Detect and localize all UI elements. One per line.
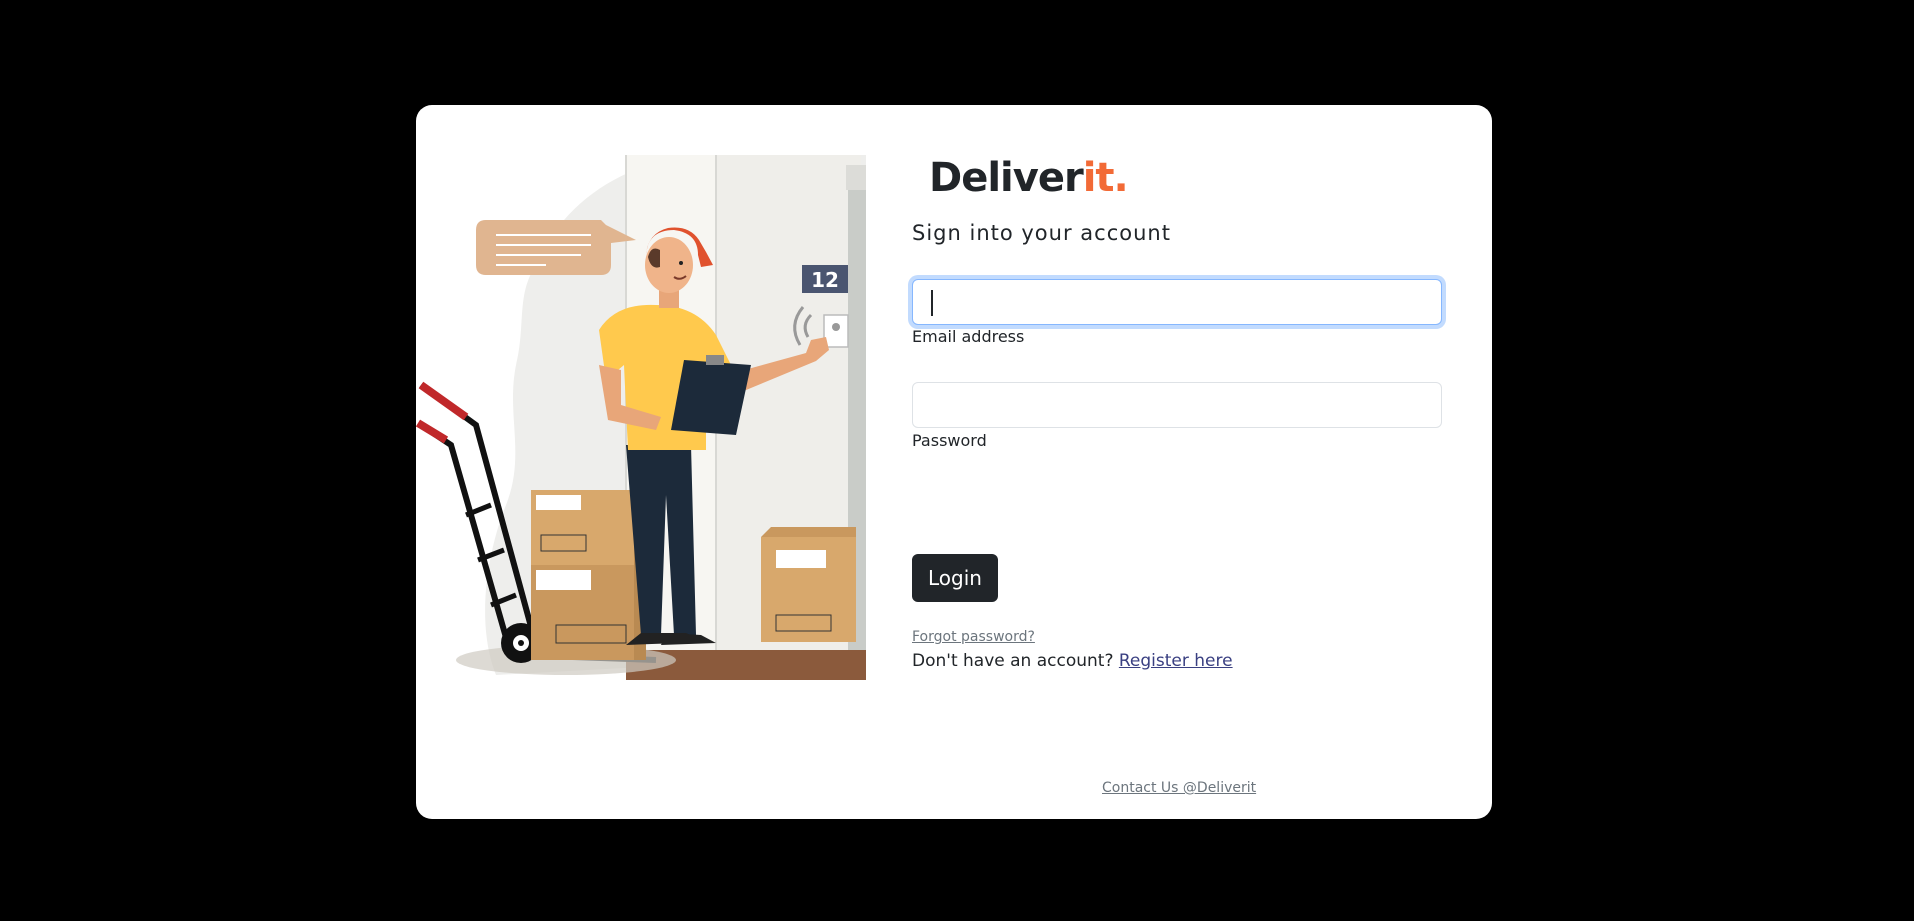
brand-name-accent: it. — [1082, 155, 1129, 201]
email-label: Email address — [912, 327, 1025, 346]
package-box-icon — [761, 527, 856, 642]
login-card: 12 Deliverit. Sign into your account Ema… — [416, 105, 1492, 819]
page-title: Sign into your account — [912, 221, 1171, 245]
text-cursor — [931, 290, 933, 316]
contact-link[interactable]: Contact Us @Deliverit — [1102, 780, 1256, 796]
door-number: 12 — [811, 268, 839, 292]
email-field[interactable] — [912, 279, 1442, 325]
login-button[interactable]: Login — [912, 554, 998, 602]
brand-name: Deliver — [929, 155, 1084, 201]
forgot-password-link[interactable]: Forgot password? — [912, 629, 1035, 645]
brand-logo: Deliverit. — [929, 155, 1129, 201]
no-account-text: Don't have an account? — [912, 651, 1114, 671]
password-field[interactable] — [912, 382, 1442, 428]
register-prompt: Don't have an account? Register here — [912, 651, 1233, 671]
password-label: Password — [912, 431, 987, 450]
register-link[interactable]: Register here — [1119, 651, 1233, 671]
delivery-man-illustration: 12 — [416, 155, 866, 680]
package-box-icon — [531, 490, 646, 660]
